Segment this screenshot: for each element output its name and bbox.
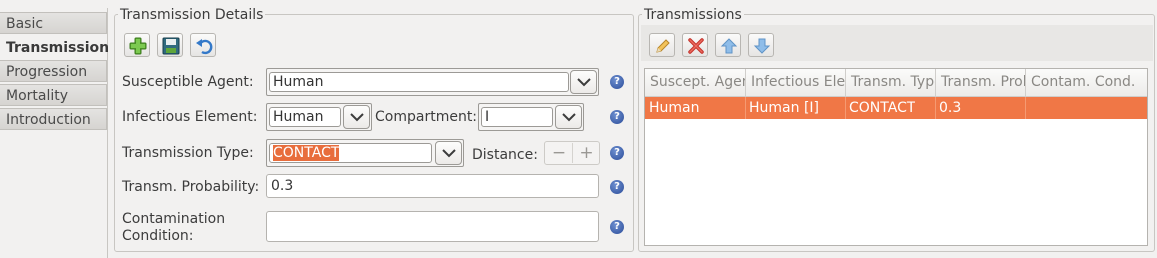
table-row[interactable]: Human Human [I] CONTACT 0.3 bbox=[645, 97, 1147, 119]
column-header[interactable]: Transm. Type bbox=[846, 69, 936, 97]
distance-label: Distance: bbox=[472, 147, 538, 163]
susceptible-agent-label: Susceptible Agent: bbox=[122, 74, 254, 90]
compartment-label: Compartment: bbox=[375, 109, 478, 125]
arrow-down-icon bbox=[753, 38, 771, 54]
tab-list: Basic Transmission Progression Mortality… bbox=[0, 8, 110, 258]
contamination-label-line2: Condition: bbox=[122, 228, 194, 244]
tab-progression[interactable]: Progression bbox=[0, 60, 107, 82]
infectious-element-value[interactable]: Human bbox=[269, 107, 341, 127]
tab-mortality[interactable]: Mortality bbox=[0, 84, 107, 106]
edit-button[interactable] bbox=[649, 33, 675, 57]
probability-label: Transm. Probability: bbox=[122, 179, 260, 195]
decrement-button[interactable]: − bbox=[545, 143, 573, 163]
help-icon[interactable]: ? bbox=[610, 110, 624, 124]
contamination-input[interactable] bbox=[266, 211, 599, 242]
column-divider bbox=[845, 97, 846, 119]
help-icon[interactable]: ? bbox=[610, 220, 624, 234]
column-divider bbox=[1025, 97, 1026, 119]
column-divider bbox=[745, 97, 746, 119]
add-icon bbox=[129, 37, 147, 55]
help-icon[interactable]: ? bbox=[610, 146, 624, 160]
transmission-type-selected-text: CONTACT bbox=[273, 145, 340, 161]
compartment-value[interactable]: I bbox=[481, 107, 553, 127]
tab-label: Mortality bbox=[6, 88, 69, 104]
chevron-down-icon bbox=[562, 113, 576, 122]
add-button[interactable] bbox=[124, 33, 150, 57]
pencil-icon bbox=[656, 39, 670, 53]
increment-button[interactable]: + bbox=[572, 143, 600, 163]
chevron-down-icon bbox=[442, 149, 456, 158]
save-icon bbox=[162, 37, 180, 55]
cell-element: Human [I] bbox=[749, 100, 819, 116]
infectious-element-dropdown[interactable] bbox=[343, 105, 370, 129]
transmission-type-label: Transmission Type: bbox=[122, 145, 254, 161]
cell-agent: Human bbox=[649, 100, 700, 116]
compartment-combo[interactable]: I bbox=[478, 103, 584, 131]
distance-stepper: − + bbox=[544, 141, 600, 165]
tab-basic[interactable]: Basic bbox=[0, 12, 107, 34]
contamination-label-line1: Contamination bbox=[122, 211, 226, 227]
infectious-element-label: Infectious Element: bbox=[122, 109, 258, 125]
column-header[interactable]: Transm. Probability bbox=[936, 69, 1026, 97]
arrow-up-icon bbox=[720, 38, 738, 54]
delete-button[interactable] bbox=[682, 33, 708, 57]
infectious-element-combo[interactable]: Human bbox=[266, 103, 372, 131]
tab-label: Introduction bbox=[6, 112, 91, 128]
transmissions-table[interactable]: Suscept. Agent Infectious Element Transm… bbox=[644, 68, 1148, 246]
column-header[interactable]: Contam. Cond. bbox=[1026, 69, 1147, 97]
save-button[interactable] bbox=[157, 33, 183, 57]
help-icon[interactable]: ? bbox=[610, 180, 624, 194]
column-header[interactable]: Infectious Element bbox=[746, 69, 846, 97]
move-up-button[interactable] bbox=[715, 33, 741, 57]
probability-input[interactable]: 0.3 bbox=[266, 174, 599, 198]
help-icon[interactable]: ? bbox=[610, 75, 624, 89]
cell-type: CONTACT bbox=[849, 100, 916, 116]
susceptible-agent-dropdown[interactable] bbox=[570, 70, 597, 94]
undo-button[interactable] bbox=[190, 33, 216, 57]
group-title: Transmissions bbox=[642, 7, 744, 23]
tab-label: Basic bbox=[6, 16, 44, 32]
column-header[interactable]: Suscept. Agent bbox=[645, 69, 746, 97]
transmission-type-combo[interactable]: CONTACT bbox=[266, 139, 464, 167]
tab-label: Transmission bbox=[6, 40, 110, 56]
tab-transmission[interactable]: Transmission bbox=[0, 36, 110, 58]
undo-icon bbox=[196, 39, 213, 55]
cell-probability: 0.3 bbox=[939, 100, 962, 116]
chevron-down-icon bbox=[577, 78, 591, 87]
transmission-type-dropdown[interactable] bbox=[435, 141, 462, 165]
chevron-down-icon bbox=[350, 113, 364, 122]
transmission-type-value[interactable]: CONTACT bbox=[269, 143, 432, 163]
move-down-button[interactable] bbox=[748, 33, 774, 57]
susceptible-agent-value[interactable]: Human bbox=[269, 72, 569, 92]
compartment-dropdown[interactable] bbox=[555, 105, 582, 129]
tab-introduction[interactable]: Introduction bbox=[0, 108, 107, 130]
susceptible-agent-combo[interactable]: Human bbox=[266, 68, 599, 96]
group-title: Transmission Details bbox=[118, 7, 266, 23]
column-divider bbox=[935, 97, 936, 119]
delete-icon bbox=[688, 38, 704, 54]
tab-label: Progression bbox=[6, 64, 88, 80]
